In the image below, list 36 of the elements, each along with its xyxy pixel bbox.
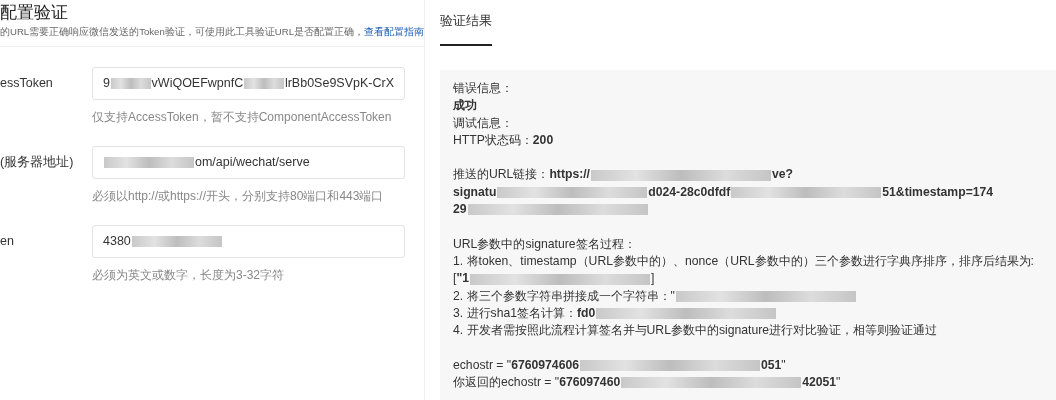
result-text: 成功 (453, 98, 477, 113)
input-field[interactable]: 9 vWiQOEFwpnfC lrBb0Se9SVpK-CrX (92, 67, 405, 100)
hint-text: 必须为英文或数字，长度为3-32字符 (92, 267, 286, 284)
guide-link[interactable]: 查看配置指南 (364, 26, 424, 37)
result-text: signatu (453, 184, 497, 199)
hint-text: 仅支持AccessToken，暂不支持ComponentAccessToken (92, 109, 393, 126)
result-text: 3. 进行sha1签名计算：fd0 (453, 305, 596, 320)
result-text: 你返回的echostr = "676097460 (453, 375, 621, 390)
field-label: en (0, 233, 15, 251)
input-field[interactable]: om/api/wechat/serve (92, 146, 405, 179)
result-text: d024-28c0dfdf (648, 184, 731, 199)
result-text: 1. 将token、timestamp（URL参数中的）、nonce（URL参数中的）三个参数进行字典序排序，排序后结果为: (453, 253, 1034, 268)
input-field[interactable]: 4380 (92, 225, 405, 258)
hint-text: 必须以http://或https://开头，分别支持80端口和443端口 (92, 188, 385, 205)
result-text: 推送的URL链接：https:// (453, 167, 590, 182)
field-label: essToken (0, 75, 54, 93)
result-text: 42051" (802, 375, 841, 390)
result-text: echostr = "6760974606 (453, 357, 579, 372)
field-label: (服务器地址) (0, 154, 75, 172)
result-text: ] (650, 271, 655, 286)
result-text: 051" (760, 357, 786, 372)
result-text: 51&timestamp=174 (882, 184, 994, 199)
panel-title: 配置验证 (0, 2, 69, 24)
result-text: HTTP状态码：200 (453, 132, 554, 147)
result-text: 2. 将三个参数字符串拼接成一个字符串：" (453, 288, 675, 303)
result-text: ve? (772, 167, 794, 182)
redaction-mark (110, 78, 151, 89)
result-tab[interactable]: 验证结果 (440, 10, 492, 46)
result-text: ["1 (453, 271, 469, 286)
result-text: 29 (453, 202, 467, 217)
redaction-mark (244, 78, 284, 89)
result-text: 错误信息： (453, 81, 513, 95)
result-text: 调试信息： (453, 115, 513, 130)
description-text: 的URL需要正确响应微信发送的Token验证，可使用此工具验证URL是否配置正确，查看配置指南 (0, 25, 424, 39)
result-text: 4. 开发者需按照此流程计算签名并与URL参数中的signature进行对比验证，相等则验证通过 (453, 323, 938, 338)
result-text: URL参数中的signature签名过程： (453, 236, 636, 251)
